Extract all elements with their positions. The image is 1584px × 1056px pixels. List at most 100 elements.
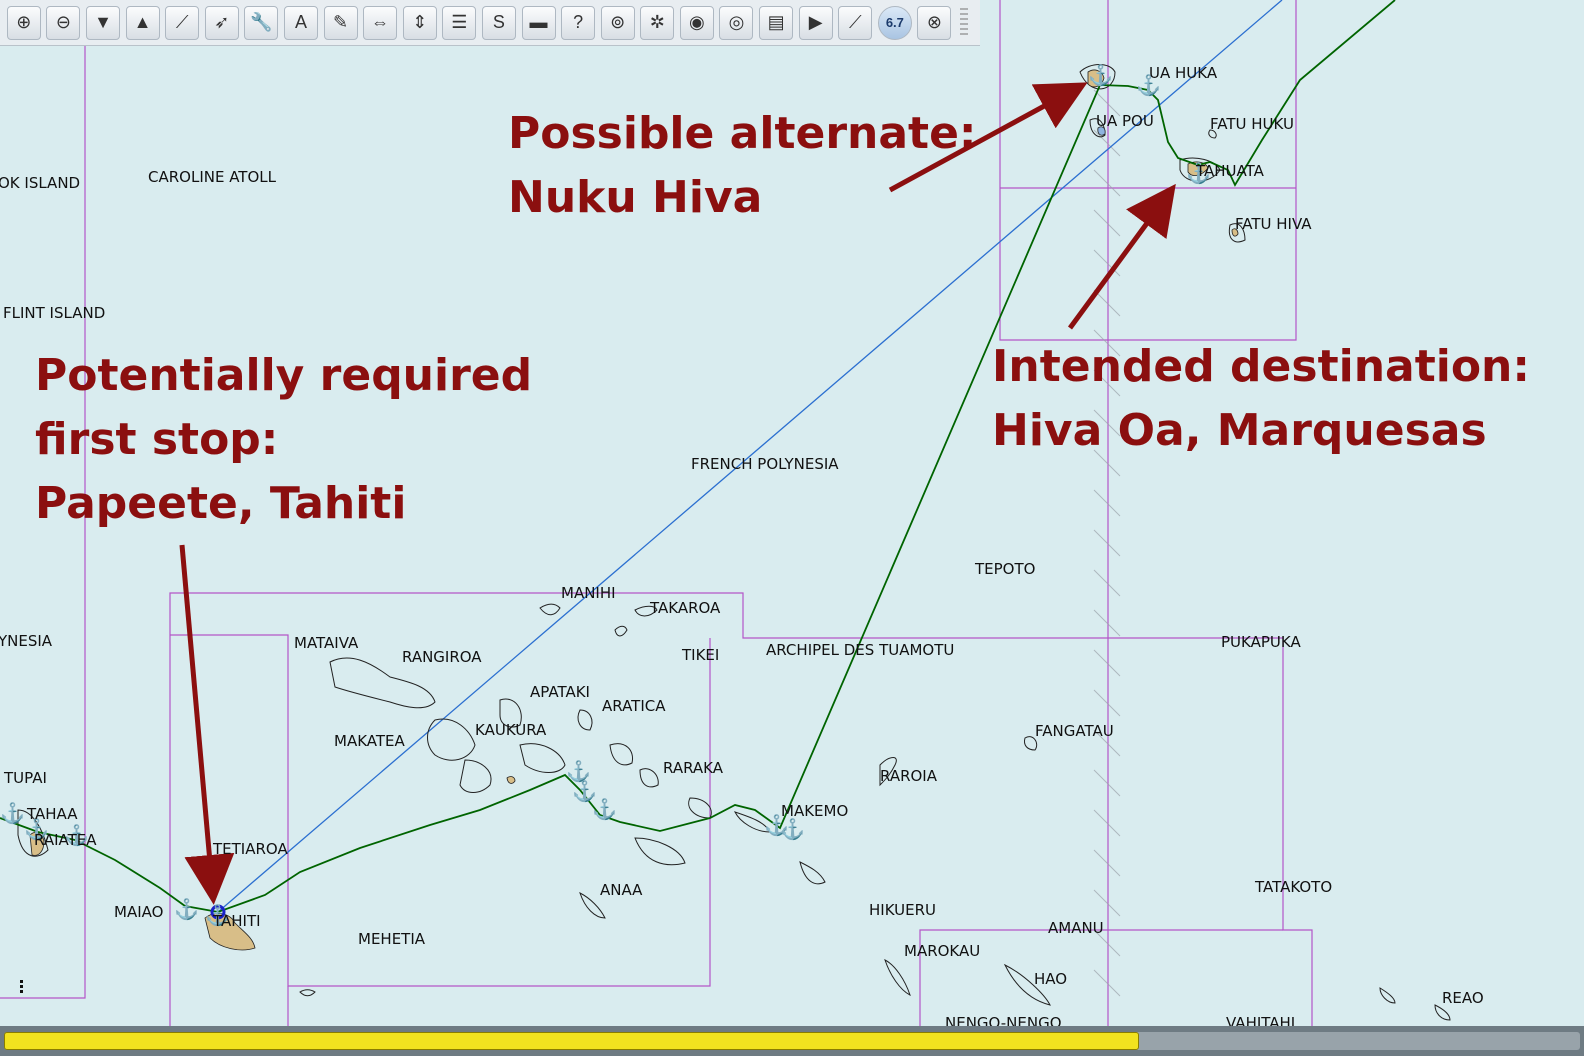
place-label-makemo: MAKEMO [781, 802, 849, 820]
measure-icon: ⟋ [848, 12, 862, 32]
target-button[interactable]: ⊚ [600, 5, 635, 40]
s-curve-icon: S [492, 12, 505, 32]
place-label-manihi: MANIHI [561, 584, 616, 602]
radar-button[interactable]: ◎ [719, 5, 754, 40]
annotation-line: Hiva Oa, Marquesas [992, 405, 1487, 456]
edit-icon: ✎ [333, 12, 349, 32]
route-manager-icon: ☰ [451, 12, 468, 32]
help-button[interactable]: ? [561, 5, 596, 40]
text-icon: A [294, 12, 307, 32]
lifebuoy-button[interactable]: ⊗ [917, 5, 952, 40]
place-label-fatu-hiva: FATU HIVA [1235, 215, 1312, 233]
place-label-caroline-atoll: CAROLINE ATOLL [148, 168, 276, 186]
chart-icon: ▤ [767, 12, 785, 32]
place-label-french-polynesia: FRENCH POLYNESIA [691, 455, 839, 473]
annotation-intended-destination: Intended destination: Hiva Oa, Marquesas [992, 335, 1530, 463]
annotation-possible-alternate: Possible alternate: Nuku Hiva [508, 102, 977, 230]
pan-horizontal-icon: ⇔ [371, 12, 390, 32]
zoom-level-icon: 6.7 [885, 15, 904, 30]
anchorage-icon[interactable]: ⚓ [1088, 66, 1113, 86]
s-curve-button[interactable]: S [481, 5, 516, 40]
place-label-anaa: ANAA [600, 881, 643, 899]
tools-button[interactable]: 🔧 [244, 5, 279, 40]
anchorage-icon[interactable]: ⚓ [566, 762, 591, 782]
place-label-reao: REAO [1442, 989, 1484, 1007]
place-label-tatakoto: TATAKOTO [1255, 878, 1333, 896]
annotation-line: first stop: [35, 414, 279, 465]
place-label-flint-island: FLINT ISLAND [3, 304, 106, 322]
route-button[interactable]: ⟋ [165, 5, 200, 40]
ship-button[interactable]: ▬ [521, 5, 556, 40]
zoom-out-button[interactable]: ⊖ [46, 5, 81, 40]
scale-down-button[interactable]: ▼ [85, 5, 120, 40]
place-label-kaukura: KAUKURA [475, 721, 547, 739]
place-label-amanu: AMANU [1048, 919, 1104, 937]
lifebuoy-icon: ⊗ [926, 12, 942, 32]
anchorage-icon[interactable]: ⚓ [780, 820, 805, 840]
place-label-tahaa: TAHAA [27, 805, 78, 823]
toolbar-grip-icon[interactable] [960, 7, 969, 38]
place-label-tahuata: TAHUATA [1196, 162, 1264, 180]
place-label-raroia: RAROIA [880, 767, 937, 785]
place-label-aratica: ARATICA [602, 697, 666, 715]
anchorage-icon[interactable]: ⚓ [592, 800, 617, 820]
scroll-marker [20, 980, 23, 994]
sailing-icon: ✲ [649, 12, 665, 32]
edit-button[interactable]: ✎ [323, 5, 358, 40]
place-label-tetiaroa: TETIAROA [213, 840, 288, 858]
place-label-ok-island: OK ISLAND [0, 174, 81, 192]
place-label-ua-huka: UA HUKA [1149, 64, 1218, 82]
status-bar [0, 1026, 1584, 1056]
place-label-ynesia: YNESIA [0, 632, 53, 650]
place-label-makatea: MAKATEA [334, 732, 405, 750]
scale-down-icon: ▼ [94, 12, 112, 32]
sailing-button[interactable]: ✲ [640, 5, 675, 40]
place-label-raiatea: RAIATEA [34, 831, 97, 849]
chart-button[interactable]: ▤ [759, 5, 794, 40]
layers-button[interactable]: ◉ [679, 5, 714, 40]
pan-horizontal-button[interactable]: ⇔ [363, 5, 398, 40]
annotation-line: Papeete, Tahiti [35, 478, 407, 529]
place-label-fatu-huku: FATU HUKU [1210, 115, 1294, 133]
place-label-tepoto: TEPOTO [975, 560, 1036, 578]
zoom-level-button[interactable]: 6.7 [877, 5, 912, 40]
play-icon: ▶ [808, 12, 823, 32]
track-button[interactable]: ➶ [204, 5, 239, 40]
annotation-first-stop: Potentially required first stop: Papeete… [35, 344, 532, 536]
place-label-archipel-des-tuamotu: ARCHIPEL DES TUAMOTU [766, 641, 955, 659]
place-label-tikei: TIKEI [682, 646, 720, 664]
zoom-in-button[interactable]: ⊕ [6, 5, 41, 40]
place-label-ua-pou: UA POU [1096, 112, 1154, 130]
target-icon: ⊚ [610, 12, 626, 32]
anchorage-icon[interactable]: ⚓ [174, 900, 199, 920]
radar-icon: ◎ [728, 12, 745, 32]
progress-track [4, 1032, 1580, 1050]
annotation-line: Potentially required [35, 350, 533, 401]
place-label-hao: HAO [1034, 970, 1068, 988]
zoom-in-icon: ⊕ [16, 12, 32, 32]
ship-icon: ▬ [529, 12, 548, 32]
anchorage-icon[interactable]: ⚓ [0, 804, 25, 824]
place-label-tahiti: TAHITI [213, 912, 261, 930]
track-icon: ➶ [214, 12, 230, 32]
place-label-fangatau: FANGATAU [1035, 722, 1114, 740]
measure-button[interactable]: ⟋ [838, 5, 873, 40]
place-label-rangiroa: RANGIROA [402, 648, 482, 666]
place-label-tupai: TUPAI [4, 769, 47, 787]
toolbar: ⊕ ⊖ ▼ ▲ ⟋ ➶ 🔧 A ✎ ⇔ ⇕ ☰ S ▬? ⊚ ✲ ◉ ◎ ▤ ▶ ⟋ 6.7 ⊗ [0, 0, 980, 46]
place-label-mataiva: MATAIVA [294, 634, 359, 652]
place-label-marokau: MAROKAU [904, 942, 981, 960]
pan-vertical-icon: ⇕ [412, 12, 428, 32]
annotation-line: Intended destination: [992, 341, 1530, 392]
text-button[interactable]: A [283, 5, 318, 40]
scale-up-button[interactable]: ▲ [125, 5, 160, 40]
route-icon: ⟋ [175, 12, 189, 32]
place-label-hikueru: HIKUERU [869, 901, 936, 919]
scale-up-icon: ▲ [133, 12, 152, 32]
annotation-line: Possible alternate: [508, 108, 977, 159]
annotation-line: Nuku Hiva [508, 172, 763, 223]
play-button[interactable]: ▶ [798, 5, 833, 40]
route-manager-button[interactable]: ☰ [442, 5, 477, 40]
pan-vertical-button[interactable]: ⇕ [402, 5, 437, 40]
place-label-mehetia: MEHETIA [358, 930, 426, 948]
